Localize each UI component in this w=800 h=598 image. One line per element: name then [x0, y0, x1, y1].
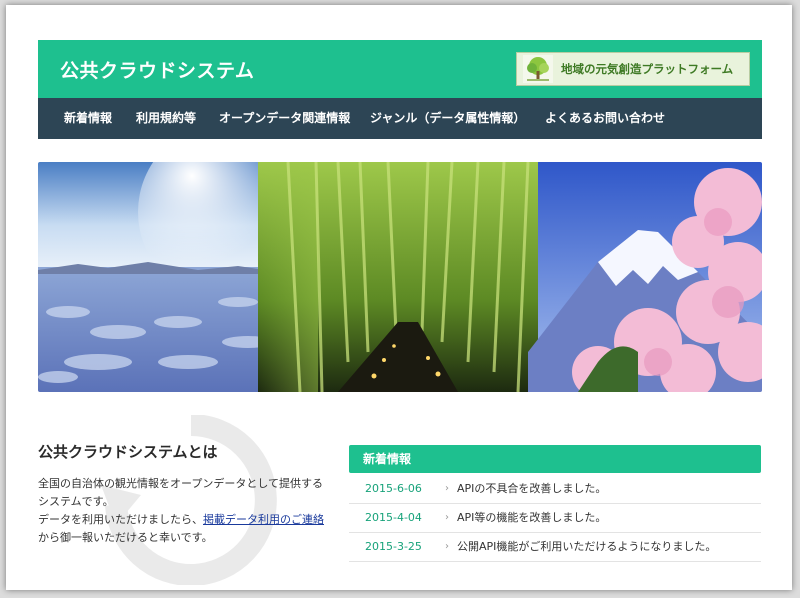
- nav-item-terms[interactable]: 利用規約等: [136, 98, 196, 139]
- site-header: 公共クラウドシステム 地域の元気創造プラットフォーム: [38, 40, 762, 98]
- news-date: 2015-3-25: [365, 540, 422, 553]
- contact-link[interactable]: 掲載データ利用のご連絡: [203, 513, 324, 526]
- news-item[interactable]: 2015-4-04 › API等の機能を改善しました。: [349, 503, 761, 533]
- news-heading: 新着情報: [363, 452, 412, 466]
- news-item[interactable]: 2015-6-06 › APIの不具合を改善しました。: [349, 474, 761, 504]
- news-date: 2015-6-06: [365, 482, 422, 495]
- nav-item-opendata[interactable]: オープンデータ関連情報: [219, 98, 350, 139]
- news-heading-bar: 新着情報: [349, 445, 761, 473]
- banner-text: 地域の元気創造プラットフォーム: [561, 62, 734, 76]
- news-date: 2015-4-04: [365, 511, 422, 524]
- chevron-right-icon: ›: [445, 483, 449, 494]
- news-text[interactable]: 公開API機能がご利用いただけるようになりました。: [457, 532, 716, 561]
- hero-image: [38, 162, 762, 392]
- news-text[interactable]: APIの不具合を改善しました。: [457, 474, 606, 503]
- site-title[interactable]: 公共クラウドシステム: [60, 56, 254, 83]
- nav-item-faq[interactable]: よくあるお問い合わせ: [545, 98, 665, 139]
- main-nav: 新着情報 利用規約等 オープンデータ関連情報 ジャンル（データ属性情報） よくあ…: [38, 98, 762, 139]
- about-line1: 全国の自治体の観光情報をオープンデータとして提供するシステムです。: [38, 477, 324, 508]
- news-text[interactable]: API等の機能を改善しました。: [457, 503, 606, 532]
- nav-item-news[interactable]: 新着情報: [64, 98, 112, 139]
- tree-logo-icon: [523, 55, 553, 83]
- about-line2-pre: データを利用いただけましたら、: [38, 513, 203, 526]
- about-line2-post: から御一報いただけると幸いです。: [38, 531, 213, 544]
- news-item[interactable]: 2015-3-25 › 公開API機能がご利用いただけるようになりました。: [349, 532, 761, 562]
- about-title: 公共クラウドシステムとは: [38, 443, 218, 461]
- chevron-right-icon: ›: [445, 541, 449, 552]
- about-description: 全国の自治体の観光情報をオープンデータとして提供するシステムです。 データを利用…: [38, 475, 328, 547]
- chevron-right-icon: ›: [445, 512, 449, 523]
- nav-item-genre[interactable]: ジャンル（データ属性情報）: [370, 98, 525, 139]
- hero-landscape-illustration: [38, 162, 762, 392]
- browser-page: 公共クラウドシステム 地域の元気創造プラットフォーム 新着情報 利用規約等 オー…: [6, 5, 792, 590]
- platform-banner[interactable]: 地域の元気創造プラットフォーム: [516, 52, 750, 86]
